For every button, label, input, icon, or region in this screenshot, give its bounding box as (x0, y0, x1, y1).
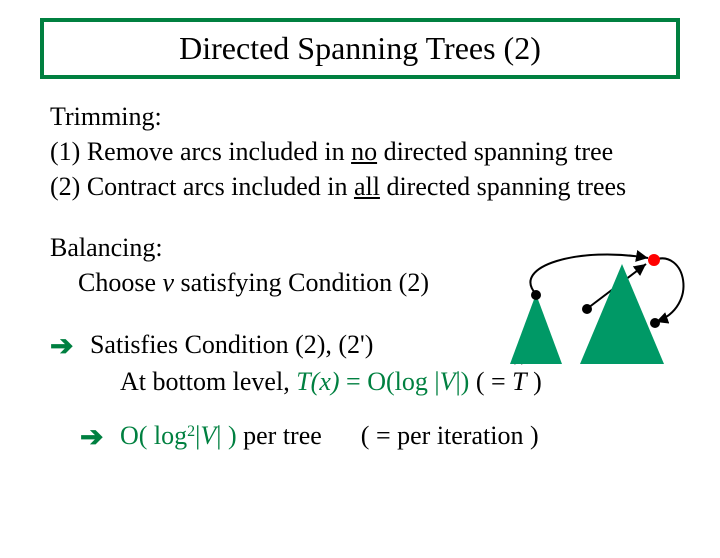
text-fragment: O( log (120, 421, 187, 450)
text-fragment: | ) (216, 421, 236, 450)
node-icon (650, 318, 660, 328)
text-fragment: At bottom level, (120, 367, 296, 396)
variable-v: V (440, 367, 456, 396)
trimming-line-1: (1) Remove arcs included in no directed … (50, 134, 670, 169)
trimming-heading: Trimming: (50, 99, 670, 134)
trimming-line-2: (2) Contract arcs included in all direct… (50, 169, 670, 204)
complexity-expr: O( log2|V| ) (120, 421, 243, 450)
exponent: 2 (187, 423, 195, 440)
text-fragment: (2) Contract arcs included in (50, 172, 354, 201)
satisfies-text: Satisfies Condition (2), (2') (90, 330, 373, 359)
text-fragment: satisfying Condition (2) (174, 268, 429, 297)
text-fragment: directed spanning tree (377, 137, 613, 166)
text-fragment: |) (455, 367, 469, 396)
variable-v: V (200, 421, 216, 450)
arrow-icon: ➔ (50, 328, 73, 366)
root-node-icon (648, 254, 660, 266)
emphasis-all: all (354, 172, 380, 201)
per-iteration-text: ( = per iteration ) (361, 421, 539, 450)
slide-title: Directed Spanning Trees (2) (40, 18, 680, 79)
function-tx: T(x) (296, 367, 339, 396)
text-fragment: directed spanning trees (380, 172, 626, 201)
node-icon (531, 290, 541, 300)
per-tree-text: per tree (243, 421, 322, 450)
text-fragment: Choose (78, 268, 163, 297)
text-fragment: (1) Remove arcs included in (50, 137, 351, 166)
tree-large-icon (580, 264, 664, 364)
emphasis-no: no (351, 137, 377, 166)
variable-v: v (163, 268, 175, 297)
text-fragment: = O(log | (340, 367, 440, 396)
node-icon (582, 304, 592, 314)
arrow-icon: ➔ (80, 419, 103, 457)
title-text: Directed Spanning Trees (2) (179, 30, 541, 66)
tree-small-icon (510, 294, 562, 364)
complexity-line: ➔ O( log2|V| ) per tree ( = per iteratio… (80, 417, 670, 455)
tree-diagram (500, 256, 690, 376)
